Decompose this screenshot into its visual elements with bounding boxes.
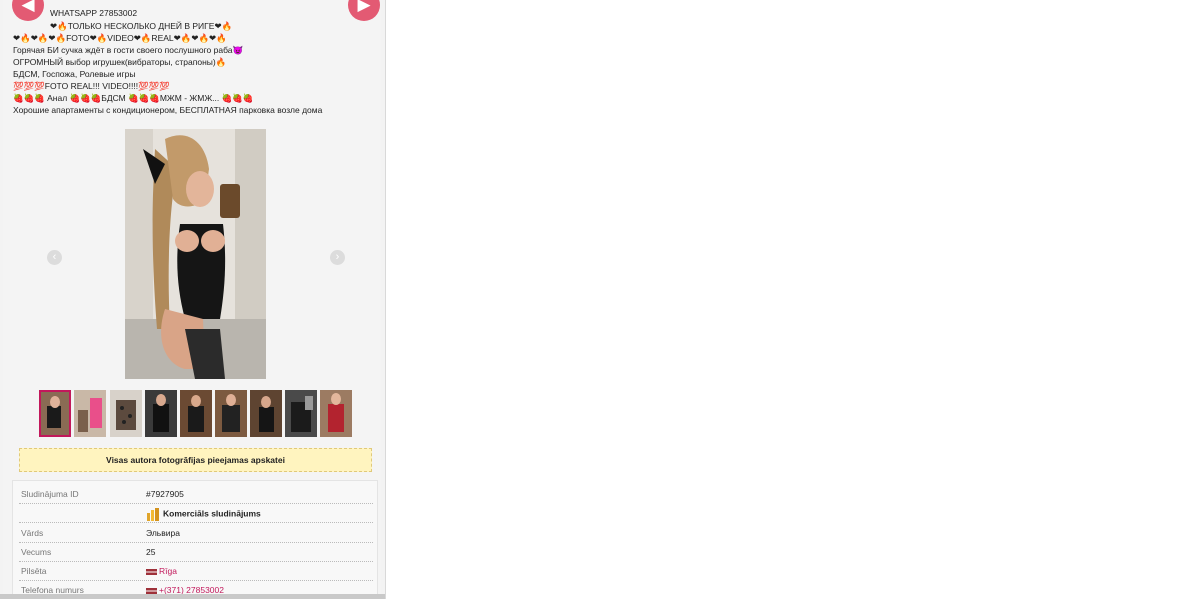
city-link[interactable]: Rīga — [146, 566, 177, 576]
latvia-flag-icon — [146, 587, 157, 594]
gallery-prev-button[interactable]: ‹ — [47, 250, 62, 265]
whatsapp-line: WHATSAPP 27853002 — [50, 8, 138, 18]
thumbnail[interactable] — [250, 390, 282, 437]
photo-access-notice: Visas autora fotogrāfijas pieejamas apsk… — [19, 448, 372, 472]
description-line: БДСМ, Госпожа, Ролевые игры — [13, 69, 136, 79]
horizontal-scrollbar[interactable] — [0, 594, 385, 599]
description-line: Горячая БИ сучка ждёт в гости своего пос… — [13, 45, 244, 55]
thumbnail[interactable] — [320, 390, 352, 437]
city-row: Pilsēta Rīga — [19, 562, 373, 581]
latvia-flag-icon — [146, 568, 157, 575]
ad-id-value: #7927905 — [146, 489, 184, 499]
thumbnail[interactable] — [110, 390, 142, 437]
thumbnail[interactable] — [39, 390, 71, 437]
main-photo[interactable] — [125, 129, 266, 379]
commercial-badge: Komerciāls sludinājums — [146, 507, 261, 521]
name-row: Vārds Эльвира — [19, 524, 373, 543]
chevron-left-icon: ‹ — [52, 251, 57, 263]
commercial-label: Komerciāls sludinājums — [163, 508, 261, 519]
city-label: Pilsēta — [21, 566, 47, 576]
listing-content: ◀ ▶ WHATSAPP 27853002 ❤🔥ТОЛЬКО НЕСКОЛЬКО… — [3, 0, 381, 599]
name-label: Vārds — [21, 528, 44, 538]
listing-panel: ◀ ▶ WHATSAPP 27853002 ❤🔥ТОЛЬКО НЕСКОЛЬКО… — [0, 0, 386, 599]
ad-id-row: Sludinājuma ID #7927905 — [19, 485, 373, 504]
chevron-right-icon: › — [335, 251, 340, 263]
tags-line: ❤🔥❤🔥❤🔥FOTO❤🔥VIDEO❤🔥REAL❤🔥❤🔥❤🔥 — [13, 33, 227, 43]
gallery-next-button[interactable]: › — [330, 250, 345, 265]
city-value: Rīga — [159, 566, 177, 576]
name-value: Эльвира — [146, 528, 180, 538]
previous-listing-button[interactable]: ◀ — [12, 0, 44, 21]
photo-illustration — [125, 129, 266, 379]
description-line: Хорошие апартаменты с кондиционером, БЕС… — [13, 105, 323, 115]
commercial-row: Komerciāls sludinājums — [19, 504, 373, 523]
building-icon — [147, 508, 159, 521]
thumbnail[interactable] — [180, 390, 212, 437]
thumbnail[interactable] — [285, 390, 317, 437]
thumbnail[interactable] — [215, 390, 247, 437]
thumbnail[interactable] — [74, 390, 106, 437]
ad-details-table: Sludinājuma ID #7927905 Komerciāls sludi… — [12, 480, 378, 599]
arrow-left-icon: ◀ — [21, 0, 35, 14]
age-value: 25 — [146, 547, 156, 557]
headline-line: ❤🔥ТОЛЬКО НЕСКОЛЬКО ДНЕЙ В РИГЕ❤🔥 — [50, 21, 233, 31]
age-row: Vecums 25 — [19, 543, 373, 562]
ad-id-label: Sludinājuma ID — [21, 489, 79, 499]
description-line: 💯💯💯FOTO REAL!!! VIDEO!!!!💯💯💯 — [13, 81, 170, 91]
age-label: Vecums — [21, 547, 52, 557]
description-line: 🍓🍓🍓 Анал 🍓🍓🍓БДСМ 🍓🍓🍓МЖМ - ЖМЖ... 🍓🍓🍓 — [13, 93, 254, 103]
next-listing-button[interactable]: ▶ — [348, 0, 380, 21]
description-line: ОГРОМНЫЙ выбор игрушек(вибраторы, страпо… — [13, 57, 227, 67]
thumbnail[interactable] — [145, 390, 177, 437]
arrow-right-icon: ▶ — [357, 0, 371, 14]
